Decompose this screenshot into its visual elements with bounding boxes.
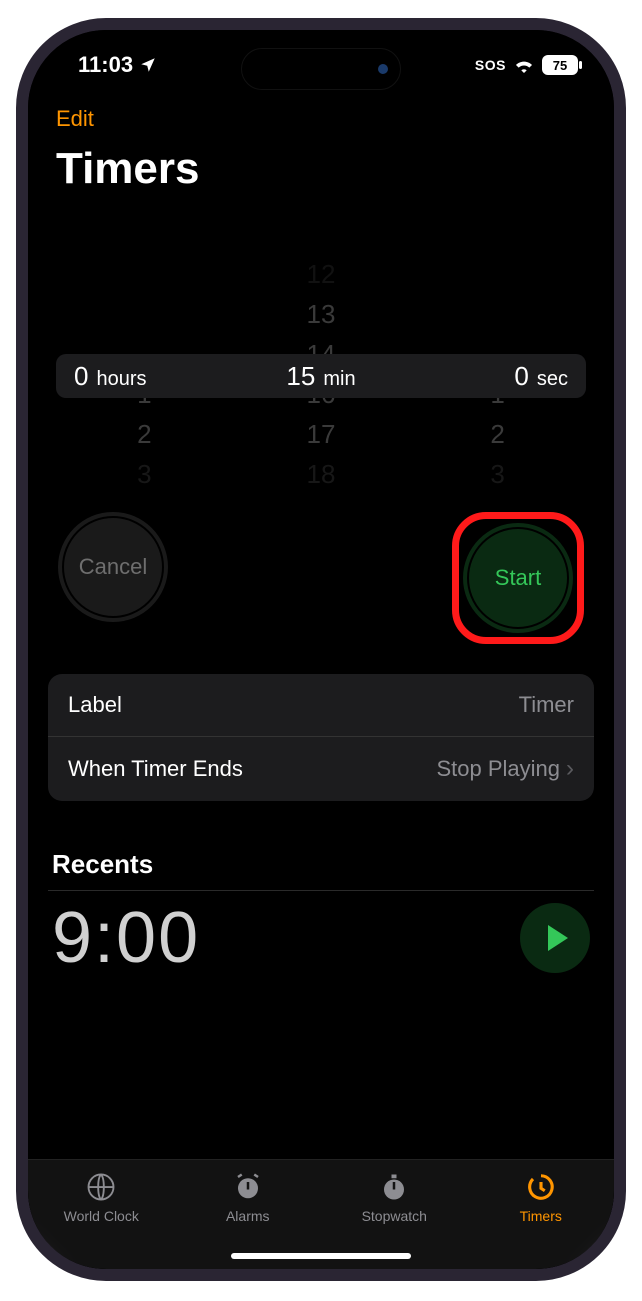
- chevron-right-icon: ›: [566, 755, 574, 783]
- status-time: 11:03: [78, 52, 133, 78]
- recents-heading: Recents: [52, 849, 590, 880]
- sos-indicator: SOS: [475, 57, 506, 73]
- page-title: Timers: [56, 144, 586, 194]
- recent-timer-row[interactable]: 9:00: [28, 891, 614, 979]
- alarm-icon: [231, 1170, 265, 1204]
- wifi-icon: [513, 57, 535, 73]
- label-key: Label: [68, 692, 122, 718]
- label-value: Timer: [519, 692, 574, 718]
- picker-selected-row: 0hours 15min 0sec: [56, 354, 586, 398]
- location-icon: [139, 56, 157, 74]
- time-picker[interactable]: 1 2 3 12 13 14 16 17 18 1 2 3 0hours 15m…: [56, 254, 586, 494]
- battery-indicator: 75: [542, 55, 578, 75]
- timer-options: Label Timer When Timer Ends Stop Playing…: [48, 674, 594, 801]
- start-button[interactable]: Start: [463, 523, 573, 633]
- tab-world-clock[interactable]: World Clock: [28, 1160, 175, 1269]
- stopwatch-icon: [377, 1170, 411, 1204]
- globe-icon: [84, 1170, 118, 1204]
- ends-key: When Timer Ends: [68, 756, 243, 782]
- label-row[interactable]: Label Timer: [48, 674, 594, 736]
- play-icon: [548, 925, 568, 951]
- home-indicator[interactable]: [231, 1253, 411, 1259]
- edit-button[interactable]: Edit: [56, 106, 586, 132]
- start-button-highlight: Start: [452, 512, 584, 644]
- timer-icon: [524, 1170, 558, 1204]
- dynamic-island: [241, 48, 401, 90]
- when-timer-ends-row[interactable]: When Timer Ends Stop Playing ›: [48, 736, 594, 801]
- recent-time: 9:00: [52, 897, 200, 979]
- screen: 11:03 SOS 75 Edit Timers 1 2 3 12 13: [28, 30, 614, 1269]
- play-recent-button[interactable]: [520, 903, 590, 973]
- ends-value: Stop Playing: [436, 756, 560, 782]
- tab-timers[interactable]: Timers: [468, 1160, 615, 1269]
- cancel-button[interactable]: Cancel: [58, 512, 168, 622]
- phone-frame: 11:03 SOS 75 Edit Timers 1 2 3 12 13: [16, 18, 626, 1281]
